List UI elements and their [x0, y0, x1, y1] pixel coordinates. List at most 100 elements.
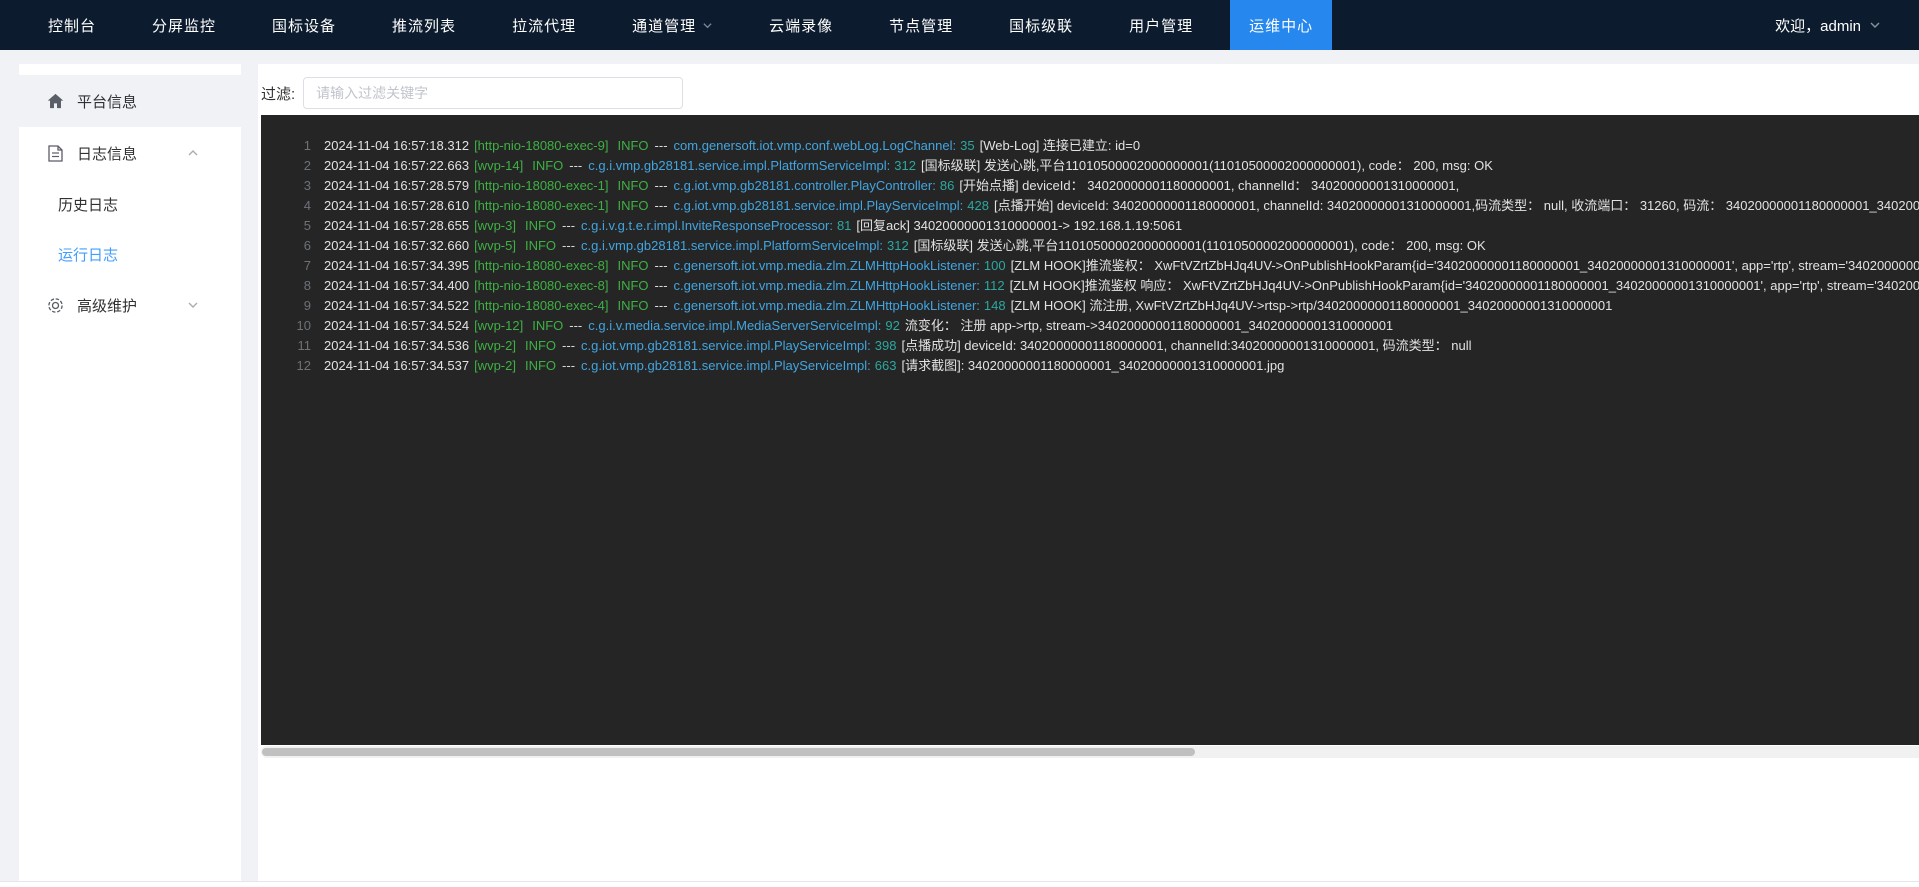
log-line-number: 5 — [261, 216, 311, 236]
log-timestamp: 2024-11-04 16:57:34.537 — [324, 356, 469, 376]
sidebar-item-label: 高级维护 — [77, 295, 187, 316]
log-message: [ZLM HOOK] 流注册, XwFtVZrtZbHJq4UV->rtsp->… — [1011, 296, 1613, 316]
log-level: INFO — [617, 136, 648, 156]
nav-tab-gb-cascade[interactable]: 国标级联 — [990, 0, 1092, 50]
log-logger-class: c.genersoft.iot.vmp.media.zlm.ZLMHttpHoo… — [674, 296, 980, 316]
log-thread: [wvp-5] — [474, 236, 516, 256]
nav-tab-label: 云端录像 — [769, 15, 833, 36]
scrollbar-thumb[interactable] — [262, 748, 1195, 756]
log-line: 42024-11-04 16:57:28.610[http-nio-18080-… — [261, 196, 1919, 216]
chevron-down-icon — [702, 20, 713, 31]
log-timestamp: 2024-11-04 16:57:32.660 — [324, 236, 469, 256]
sidebar-item-log-info[interactable]: 日志信息 — [19, 127, 241, 179]
log-logger-class: com.genersoft.iot.vmp.conf.webLog.LogCha… — [674, 136, 957, 156]
sidebar-item-advanced-maintenance[interactable]: 高级维护 — [19, 279, 241, 331]
log-level: INFO — [525, 236, 556, 256]
log-thread: [http-nio-18080-exec-9] — [474, 136, 608, 156]
nav-tab-channel-management[interactable]: 通道管理 — [613, 0, 732, 50]
log-thread: [http-nio-18080-exec-8] — [474, 276, 608, 296]
welcome-text: 欢迎，admin — [1775, 15, 1861, 36]
log-separator: --- — [562, 356, 575, 376]
log-thread: [wvp-3] — [474, 216, 516, 236]
log-timestamp: 2024-11-04 16:57:18.312 — [324, 136, 469, 156]
log-console[interactable]: 12024-11-04 16:57:18.312[http-nio-18080-… — [261, 115, 1919, 745]
nav-tab-split-screen[interactable]: 分屏监控 — [133, 0, 235, 50]
log-line: 82024-11-04 16:57:34.400[http-nio-18080-… — [261, 276, 1919, 296]
sidebar-subitem-runtime-log[interactable]: 运行日志 — [19, 229, 241, 279]
log-timestamp: 2024-11-04 16:57:28.579 — [324, 176, 469, 196]
nav-tab-label: 推流列表 — [392, 15, 456, 36]
nav-tab-label: 节点管理 — [889, 15, 953, 36]
nav-tab-label: 拉流代理 — [512, 15, 576, 36]
log-separator: --- — [655, 176, 668, 196]
log-level: INFO — [617, 196, 648, 216]
log-level: INFO — [525, 336, 556, 356]
nav-tab-label: 国标设备 — [272, 15, 336, 36]
log-thread: [http-nio-18080-exec-8] — [474, 256, 608, 276]
log-timestamp: 2024-11-04 16:57:34.395 — [324, 256, 469, 276]
log-message: [Web-Log] 连接已建立: id=0 — [980, 136, 1141, 156]
filter-input[interactable] — [303, 77, 683, 109]
log-separator: --- — [655, 296, 668, 316]
log-message: [ZLM HOOK]推流鉴权 响应： XwFtVZrtZbHJq4UV->OnP… — [1010, 276, 1919, 296]
log-source-line: 100 — [984, 256, 1006, 276]
nav-tab-label: 用户管理 — [1129, 15, 1193, 36]
log-line: 102024-11-04 16:57:34.524[wvp-12]INFO---… — [261, 316, 1919, 336]
user-menu[interactable]: 欢迎，admin — [1775, 0, 1919, 50]
nav-tab-push-stream-list[interactable]: 推流列表 — [373, 0, 475, 50]
log-message: [点播成功] deviceId: 34020000001180000001, c… — [901, 336, 1471, 356]
nav-tab-console[interactable]: 控制台 — [29, 0, 115, 50]
log-separator: --- — [562, 216, 575, 236]
log-message: [回复ack] 34020000001310000001-> 192.168.1… — [856, 216, 1182, 236]
nav-tab-pull-stream-proxy[interactable]: 拉流代理 — [493, 0, 595, 50]
log-line: 12024-11-04 16:57:18.312[http-nio-18080-… — [261, 136, 1919, 156]
nav-tab-node-management[interactable]: 节点管理 — [870, 0, 972, 50]
log-logger-class: c.g.i.v.media.service.impl.MediaServerSe… — [588, 316, 881, 336]
home-icon — [46, 93, 64, 109]
log-source-line: 312 — [887, 236, 909, 256]
log-line: 7 2024-11-04 16:57:34.395[http-nio-18080-… — [261, 256, 1919, 276]
log-level: INFO — [525, 356, 556, 376]
log-line-number: 7 — [261, 256, 311, 276]
log-line-number: 4 — [261, 196, 311, 216]
log-logger-class: c.genersoft.iot.vmp.media.zlm.ZLMHttpHoo… — [674, 256, 980, 276]
log-line-number: 3 — [261, 176, 311, 196]
nav-tab-label: 国标级联 — [1009, 15, 1073, 36]
log-level: INFO — [532, 316, 563, 336]
log-separator: --- — [569, 156, 582, 176]
log-source-line: 663 — [875, 356, 897, 376]
log-separator: --- — [569, 316, 582, 336]
log-separator: --- — [655, 256, 668, 276]
log-source-line: 35 — [960, 136, 974, 156]
log-thread: [http-nio-18080-exec-1] — [474, 196, 608, 216]
log-source-line: 398 — [875, 336, 897, 356]
log-line: 62024-11-04 16:57:32.660[wvp-5]INFO---c.… — [261, 236, 1919, 256]
log-level: INFO — [617, 256, 648, 276]
nav-tab-cloud-recording[interactable]: 云端录像 — [750, 0, 852, 50]
log-timestamp: 2024-11-04 16:57:34.522 — [324, 296, 469, 316]
log-level: INFO — [532, 156, 563, 176]
sidebar-item-platform-info[interactable]: 平台信息 — [19, 75, 241, 127]
log-logger-class: c.g.i.v.g.t.e.r.impl.InviteResponseProce… — [581, 216, 833, 236]
log-line-number: 6 — [261, 236, 311, 256]
sidebar-subitem-history-log[interactable]: 历史日志 — [19, 179, 241, 229]
log-timestamp: 2024-11-04 16:57:34.536 — [324, 336, 469, 356]
log-separator: --- — [562, 336, 575, 356]
log-source-line: 86 — [940, 176, 954, 196]
page-bottom-divider — [0, 881, 1919, 887]
log-thread: [wvp-2] — [474, 336, 516, 356]
log-source-line: 112 — [984, 276, 1005, 296]
log-logger-class: c.g.iot.vmp.gb28181.service.impl.PlaySer… — [581, 336, 871, 356]
nav-tab-label: 通道管理 — [632, 15, 696, 36]
log-level: INFO — [525, 216, 556, 236]
horizontal-scrollbar — [261, 746, 1919, 758]
nav-tab-ops-center[interactable]: 运维中心 — [1230, 0, 1332, 50]
log-line-number: 12 — [261, 356, 311, 376]
log-message: [点播开始] deviceId: 34020000001180000001, c… — [994, 196, 1919, 216]
log-line: 52024-11-04 16:57:28.655[wvp-3]INFO---c.… — [261, 216, 1919, 236]
nav-tab-label: 分屏监控 — [152, 15, 216, 36]
nav-tab-user-management[interactable]: 用户管理 — [1110, 0, 1212, 50]
sidebar-item-label: 平台信息 — [77, 91, 221, 112]
log-separator: --- — [655, 276, 668, 296]
nav-tab-gb-devices[interactable]: 国标设备 — [253, 0, 355, 50]
